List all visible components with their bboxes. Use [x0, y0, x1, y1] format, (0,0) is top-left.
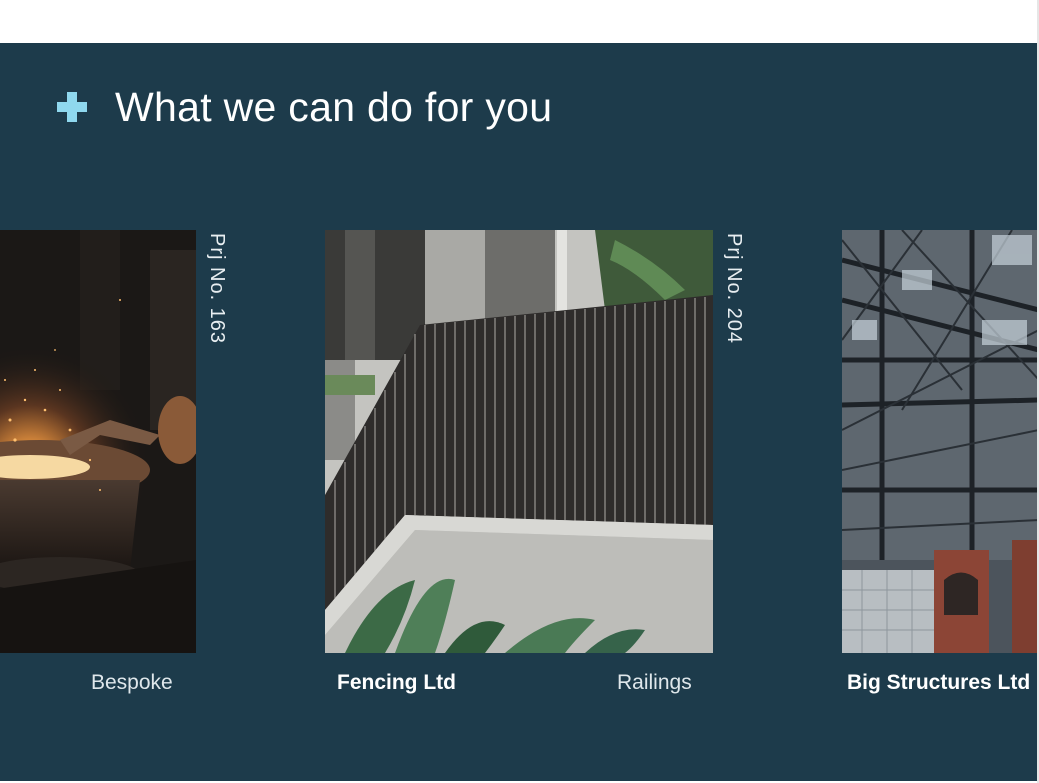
top-bar — [0, 0, 1039, 43]
project-image-railings[interactable] — [325, 230, 713, 653]
section-title: What we can do for you — [115, 83, 553, 130]
services-section: What we can do for you Prj No. 163 Bespo… — [0, 43, 1037, 781]
project-caption-bespoke: Bespoke — [91, 671, 173, 694]
project-caption-railings: Railings — [617, 671, 692, 694]
plus-icon — [57, 92, 87, 122]
section-header: What we can do for you — [57, 84, 552, 130]
project-company-fencing: Fencing Ltd — [337, 671, 456, 694]
project-image-welding[interactable] — [0, 230, 196, 653]
page: What we can do for you Prj No. 163 Bespo… — [0, 0, 1039, 783]
project-number-163: Prj No. 163 — [206, 233, 228, 345]
project-number-204: Prj No. 204 — [723, 233, 745, 345]
project-company-big-structures: Big Structures Ltd — [847, 671, 1031, 694]
project-image-structures[interactable] — [842, 230, 1037, 653]
